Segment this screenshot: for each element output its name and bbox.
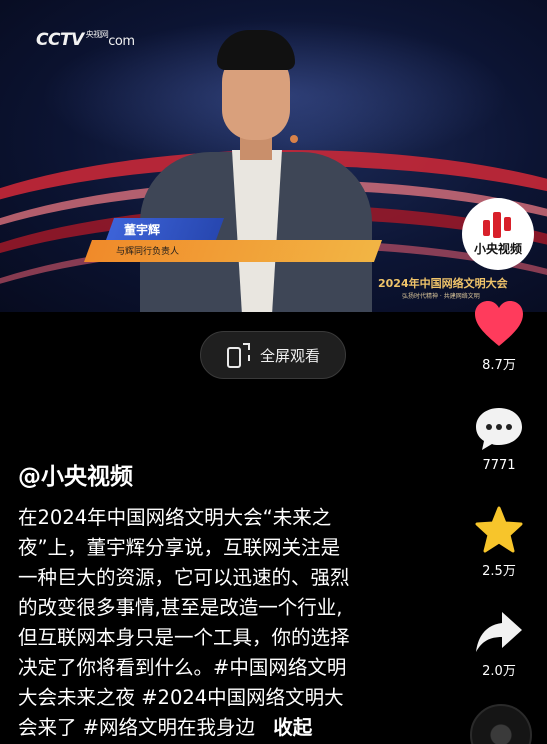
cctv-logo: CCTV 央视网com	[36, 30, 135, 50]
caption-line: 会来了 #网络文明在我身边	[18, 716, 256, 739]
comment-icon	[476, 408, 522, 450]
comment-button[interactable]: 7771	[466, 406, 532, 473]
share-count: 2.0万	[482, 664, 516, 679]
like-button[interactable]: 8.7万	[466, 300, 532, 373]
event-logo-subtitle: 弘扬时代精神 · 共建网络文明	[402, 293, 480, 300]
heart-icon	[475, 301, 523, 346]
caption-line: 大会未来之夜 #2024中国网络文明大	[18, 686, 344, 709]
video-player[interactable]: CCTV 央视网com 董宇辉 与辉同行负责人 2024年中国网络文明大会 弘扬时…	[0, 0, 547, 312]
headset-mic	[290, 135, 298, 143]
comment-count: 7771	[482, 458, 516, 473]
speaker-name: 董宇辉	[124, 223, 161, 237]
caption-line: 夜”上，董宇辉分享说，互联网关注是	[18, 536, 341, 559]
caption-line: 但互联网本身只是一个工具，你的选择	[18, 626, 350, 649]
presenter	[140, 30, 380, 312]
caption-line-last: 会来了 #网络文明在我身边 收起	[18, 713, 413, 743]
fullscreen-icon	[226, 343, 250, 368]
fullscreen-button[interactable]: 全屏观看	[200, 331, 346, 379]
lower-third: 董宇辉 与辉同行负责人	[83, 218, 383, 264]
share-button[interactable]: 2.0万	[466, 610, 532, 679]
favorite-button[interactable]: 2.5万	[466, 506, 532, 579]
post-caption: 在2024年中国网络文明大会“未来之 夜”上，董宇辉分享说，互联网关注是 一种巨…	[18, 503, 413, 743]
like-count: 8.7万	[482, 358, 516, 373]
caption-line: 一种巨大的资源，它可以迅速的、强烈	[18, 566, 350, 589]
favorite-count: 2.5万	[482, 564, 516, 579]
author-avatar[interactable]: 小央视频	[462, 198, 534, 270]
caption-line: 在2024年中国网络文明大会“未来之	[18, 506, 332, 529]
speaker-title: 与辉同行负责人	[116, 247, 180, 257]
fullscreen-label: 全屏观看	[259, 346, 320, 365]
collapse-link[interactable]: 收起	[273, 716, 312, 739]
author-handle[interactable]: @小央视频	[18, 457, 133, 491]
brand-logo-icon	[481, 211, 515, 238]
music-disc-icon[interactable]	[470, 704, 532, 744]
event-logo-title: 2024年中国网络文明大会	[378, 277, 508, 290]
caption-line: 的改变很多事情,甚至是改造一个行业,	[18, 596, 343, 619]
star-icon	[475, 506, 523, 553]
author-avatar-label: 小央视频	[473, 241, 522, 256]
caption-line: 决定了你将看到什么。#中国网络文明	[18, 656, 347, 679]
share-icon	[476, 612, 522, 652]
